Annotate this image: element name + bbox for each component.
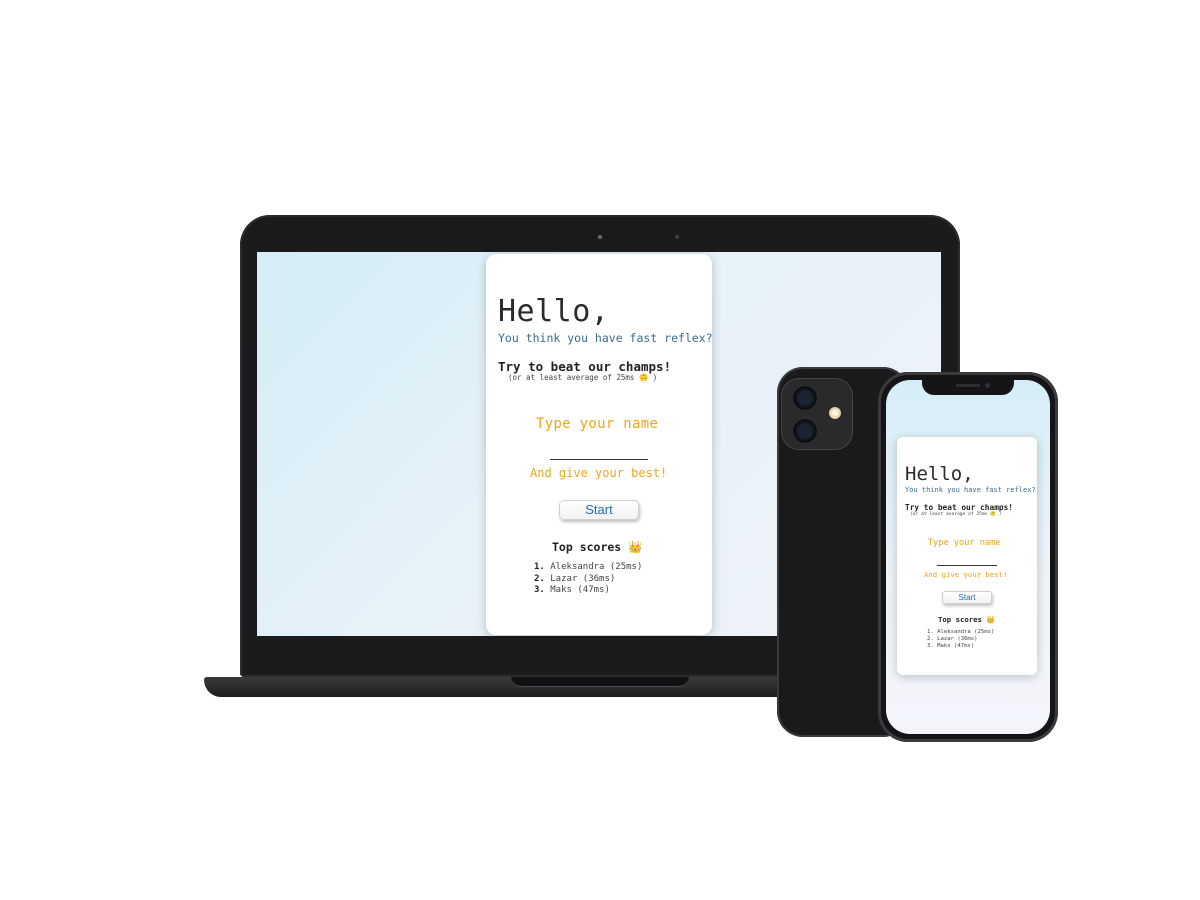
encouragement-text: And give your best! <box>924 570 1008 579</box>
game-card-desktop: Hello, You think you have fast reflex? T… <box>486 254 713 635</box>
top-scores-title: Top scores <box>938 615 982 624</box>
top-scores-heading: Top scores 👑 <box>552 540 643 554</box>
rank-number: 1. <box>534 562 545 572</box>
rank-number: 2. <box>927 636 934 643</box>
score-entry: Lazar (36ms) <box>550 573 616 584</box>
phone-notch <box>922 379 1014 395</box>
top-scores-list: 1. Aleksandra (25ms) 2. Lazar (36ms) 3. … <box>534 562 642 597</box>
front-camera-icon <box>985 383 990 388</box>
subtitle-text: You think you have fast reflex? <box>498 331 713 345</box>
list-item: 1. Aleksandra (25ms) <box>534 562 642 574</box>
camera-lens-icon <box>792 418 818 444</box>
rank-number: 3. <box>534 585 545 595</box>
score-entry: Aleksandra (25ms) <box>550 562 643 572</box>
speaker-icon <box>956 384 980 387</box>
crown-icon: 👑 <box>628 540 643 554</box>
score-entry: Aleksandra (25ms) <box>937 629 995 635</box>
start-button[interactable]: Start <box>559 500 639 520</box>
rank-number: 1. <box>927 629 934 635</box>
top-scores-list: 1. Aleksandra (25ms) 2. Lazar (36ms) 3. … <box>927 629 994 651</box>
apple-logo-icon <box>850 528 880 564</box>
laptop-camera <box>598 235 602 239</box>
name-input[interactable]: Type your name <box>928 538 1000 548</box>
crown-icon: 👑 <box>986 615 996 624</box>
laptop-opening-notch <box>511 677 689 687</box>
top-scores-heading: Top scores 👑 <box>938 615 995 624</box>
flash-icon <box>829 407 841 419</box>
rank-number: 3. <box>927 643 934 650</box>
laptop-sensor <box>675 235 679 239</box>
rank-number: 2. <box>534 573 545 584</box>
score-entry: Maks (47ms) <box>937 643 975 650</box>
list-item: 2. Lazar (36ms) <box>534 574 642 586</box>
game-card-mobile: Hello, You think you have fast reflex? T… <box>897 437 1037 675</box>
encouragement-text: And give your best! <box>530 466 668 480</box>
name-input-underline <box>550 459 648 460</box>
list-item: 3. Maks (47ms) <box>927 643 994 650</box>
start-button[interactable]: Start <box>942 591 992 604</box>
name-input-underline <box>937 565 997 566</box>
list-item: 1. Aleksandra (25ms) <box>927 629 994 636</box>
subtitle-text: You think you have fast reflex? <box>905 486 1036 494</box>
list-item: 3. Maks (47ms) <box>534 585 642 597</box>
camera-lens-icon <box>792 385 818 411</box>
score-entry: Lazar (36ms) <box>937 636 978 643</box>
greeting-heading: Hello, <box>905 463 974 485</box>
challenge-heading: Try to beat our champs! <box>905 503 1013 512</box>
greeting-heading: Hello, <box>498 294 610 329</box>
score-entry: Maks (47ms) <box>550 585 610 595</box>
average-note: (or at least average of 25ms 🙃 ) <box>508 373 658 382</box>
camera-module <box>781 378 853 450</box>
list-item: 2. Lazar (36ms) <box>927 636 994 643</box>
name-input[interactable]: Type your name <box>536 416 658 432</box>
average-note: (or at least average of 25ms 🙃 ) <box>910 512 1002 517</box>
top-scores-title: Top scores <box>552 540 622 554</box>
challenge-heading: Try to beat our champs! <box>498 359 672 374</box>
